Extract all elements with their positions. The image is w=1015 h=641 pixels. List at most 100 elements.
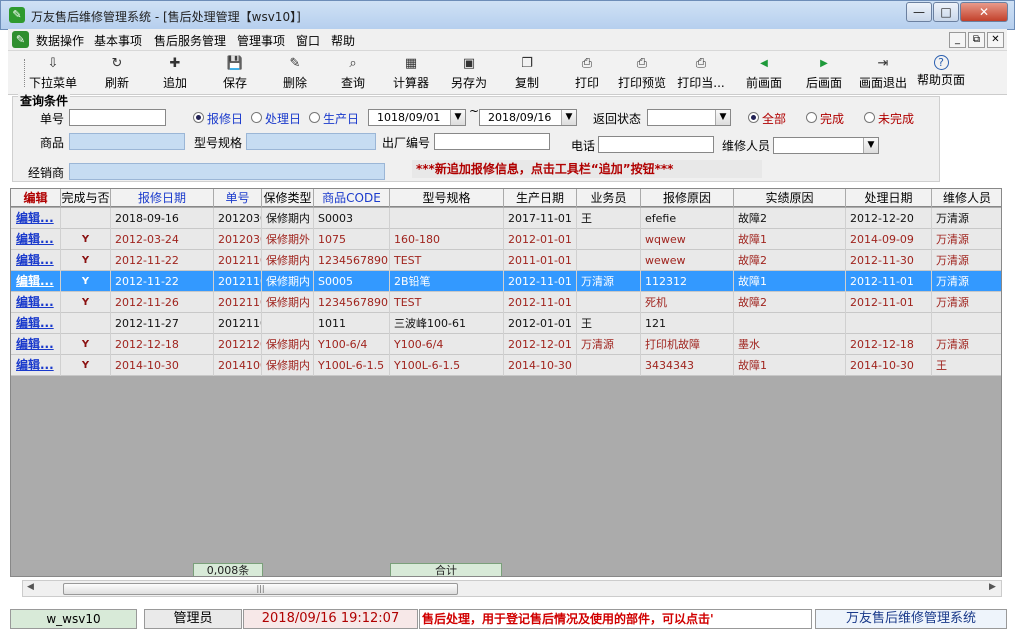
- print-button[interactable]: ⎙ 打印: [558, 53, 616, 93]
- cell-actual: 故障2: [734, 292, 846, 313]
- cell-reason: 121: [641, 313, 734, 334]
- radio-report-date[interactable]: [193, 112, 204, 123]
- toolbar-label: 前画面: [745, 76, 782, 90]
- mdi-restore-button[interactable]: ⧉: [968, 32, 985, 48]
- return-status-select[interactable]: ▼: [647, 109, 731, 126]
- delete-button[interactable]: ✎ 删除: [266, 53, 324, 93]
- toolbar-label: 打印当...: [677, 76, 725, 90]
- radio-status-undone[interactable]: [864, 112, 875, 123]
- chevron-down-icon[interactable]: ▼: [863, 138, 878, 153]
- dropdown-menu-icon: ⇩: [47, 56, 59, 71]
- column-header-done[interactable]: 完成与否: [61, 189, 111, 207]
- table-row[interactable]: 编辑... 2012-11-272012110009 1011三波峰100-6120…: [11, 313, 1001, 334]
- edit-link[interactable]: 编辑...: [11, 334, 61, 355]
- column-header-order_no[interactable]: 单号: [214, 189, 262, 207]
- repairer-select[interactable]: ▼: [773, 137, 879, 154]
- table-row[interactable]: 编辑... 2018-09-162012030006保修期内S0003 2017-1…: [11, 208, 1001, 229]
- radio-production-date[interactable]: [309, 112, 320, 123]
- column-header-prod_date[interactable]: 生产日期: [504, 189, 577, 207]
- edit-link[interactable]: 编辑...: [11, 208, 61, 229]
- menu-after-sales[interactable]: 售后服务管理: [154, 32, 226, 49]
- column-header-actual[interactable]: 实绩原因: [734, 189, 846, 207]
- cell-code: Y100-6/4: [314, 334, 390, 355]
- order-no-input[interactable]: [69, 109, 166, 126]
- close-button[interactable]: ✕: [960, 2, 1008, 22]
- menu-basic-items[interactable]: 基本事项: [94, 32, 142, 49]
- menu-data-operations[interactable]: 数据操作: [36, 32, 84, 49]
- horizontal-scrollbar[interactable]: ◀ ||| ▶: [22, 580, 1002, 597]
- column-header-repairer[interactable]: 维修人员: [932, 189, 1001, 207]
- radio-process-date[interactable]: [251, 112, 262, 123]
- print-preview-icon: ⎙: [636, 56, 648, 71]
- edit-link[interactable]: 编辑...: [11, 292, 61, 313]
- refresh-button[interactable]: ↻ 刷新: [88, 53, 146, 93]
- print-current-button[interactable]: ⎙ 打印当...: [672, 53, 730, 93]
- mdi-close-button[interactable]: ✕: [987, 32, 1004, 48]
- table-row[interactable]: 编辑...Y2012-11-262012110007保修期内1234567890…: [11, 292, 1001, 313]
- query-button[interactable]: ⌕ 查询: [324, 53, 382, 93]
- save-button[interactable]: 💾 保存: [206, 53, 264, 93]
- copy-button[interactable]: ❐ 复制: [498, 53, 556, 93]
- product-input[interactable]: [69, 133, 185, 150]
- menu-help[interactable]: 帮助: [331, 32, 355, 49]
- column-header-reason[interactable]: 报修原因: [641, 189, 734, 207]
- phone-input[interactable]: [598, 136, 714, 153]
- maximize-button[interactable]: □: [933, 2, 959, 22]
- cell-model: Y100L-6-1.5: [390, 355, 504, 376]
- serial-input[interactable]: [434, 133, 550, 150]
- column-header-edit[interactable]: 编辑: [11, 189, 61, 207]
- minimize-button[interactable]: —: [906, 2, 932, 22]
- column-header-report_date[interactable]: 报修日期: [111, 189, 214, 207]
- radio-status-all[interactable]: [748, 112, 759, 123]
- cell-model: 160-180: [390, 229, 504, 250]
- table-row[interactable]: 编辑...Y2012-11-222012110003保修期内S00052B铅笔2…: [11, 271, 1001, 292]
- table-row[interactable]: 编辑...Y2012-03-242012030007保修期外1075160-18…: [11, 229, 1001, 250]
- status-user: 管理员: [144, 609, 242, 629]
- dropdown-menu-button[interactable]: ⇩ 下拉菜单: [24, 53, 82, 93]
- model-input[interactable]: [246, 133, 376, 150]
- date-to-picker[interactable]: 2018/09/16 ▼: [479, 109, 577, 126]
- edit-link[interactable]: 编辑...: [11, 313, 61, 334]
- column-header-code[interactable]: 商品CODE: [314, 189, 390, 207]
- radio-status-done[interactable]: [806, 112, 817, 123]
- edit-link[interactable]: 编辑...: [11, 229, 61, 250]
- chevron-down-icon[interactable]: ▼: [715, 110, 730, 125]
- previous-screen-button[interactable]: ◀ 前画面: [735, 53, 793, 93]
- column-header-warranty[interactable]: 保修类型: [262, 189, 314, 207]
- dealer-input[interactable]: [69, 163, 385, 180]
- cell-actual: [734, 313, 846, 334]
- add-button[interactable]: ✚ 追加: [146, 53, 204, 93]
- edit-link[interactable]: 编辑...: [11, 271, 61, 292]
- calculator-button[interactable]: ▦ 计算器: [382, 53, 440, 93]
- table-row[interactable]: 编辑...Y2012-11-222012110001保修期内1234567890…: [11, 250, 1001, 271]
- column-header-sales[interactable]: 业务员: [577, 189, 641, 207]
- edit-link[interactable]: 编辑...: [11, 355, 61, 376]
- next-screen-button[interactable]: ▶ 后画面: [795, 53, 853, 93]
- column-header-model[interactable]: 型号规格: [390, 189, 504, 207]
- cell-reason: efefie: [641, 208, 734, 229]
- status-window-id: w_wsv10: [10, 609, 137, 629]
- cell-model: TEST: [390, 250, 504, 271]
- chevron-down-icon[interactable]: ▼: [561, 110, 576, 125]
- help-page-button[interactable]: ? 帮助页面: [912, 53, 970, 93]
- cell-prod_date: 2012-12-01: [504, 334, 577, 355]
- chevron-down-icon[interactable]: ▼: [450, 110, 465, 125]
- scrollbar-thumb[interactable]: |||: [63, 583, 458, 595]
- print-preview-button[interactable]: ⎙ 打印预览: [613, 53, 671, 93]
- edit-link[interactable]: 编辑...: [11, 250, 61, 271]
- serial-label: 出厂编号: [382, 136, 431, 150]
- mdi-minimize-button[interactable]: _: [949, 32, 966, 48]
- table-row[interactable]: 编辑...Y2014-10-302014100006保修期内Y100L-6-1.…: [11, 355, 1001, 376]
- menu-window[interactable]: 窗口: [296, 32, 320, 49]
- date-from-picker[interactable]: 1018/09/01 ▼: [368, 109, 466, 126]
- scroll-right-icon[interactable]: ▶: [989, 582, 996, 592]
- scroll-left-icon[interactable]: ◀: [27, 582, 34, 592]
- column-header-proc_date[interactable]: 处理日期: [846, 189, 932, 207]
- table-row[interactable]: 编辑...Y2012-12-182012120002保修期内Y100-6/4Y1…: [11, 334, 1001, 355]
- status-datetime: 2018/09/16 19:12:07: [243, 609, 418, 629]
- cell-prod_date: 2012-01-01: [504, 313, 577, 334]
- save-as-button[interactable]: ▣ 另存为: [440, 53, 498, 93]
- exit-screen-button[interactable]: ⇥ 画面退出: [854, 53, 912, 93]
- cell-order_no: 2014100006: [214, 355, 262, 376]
- menu-management[interactable]: 管理事项: [237, 32, 285, 49]
